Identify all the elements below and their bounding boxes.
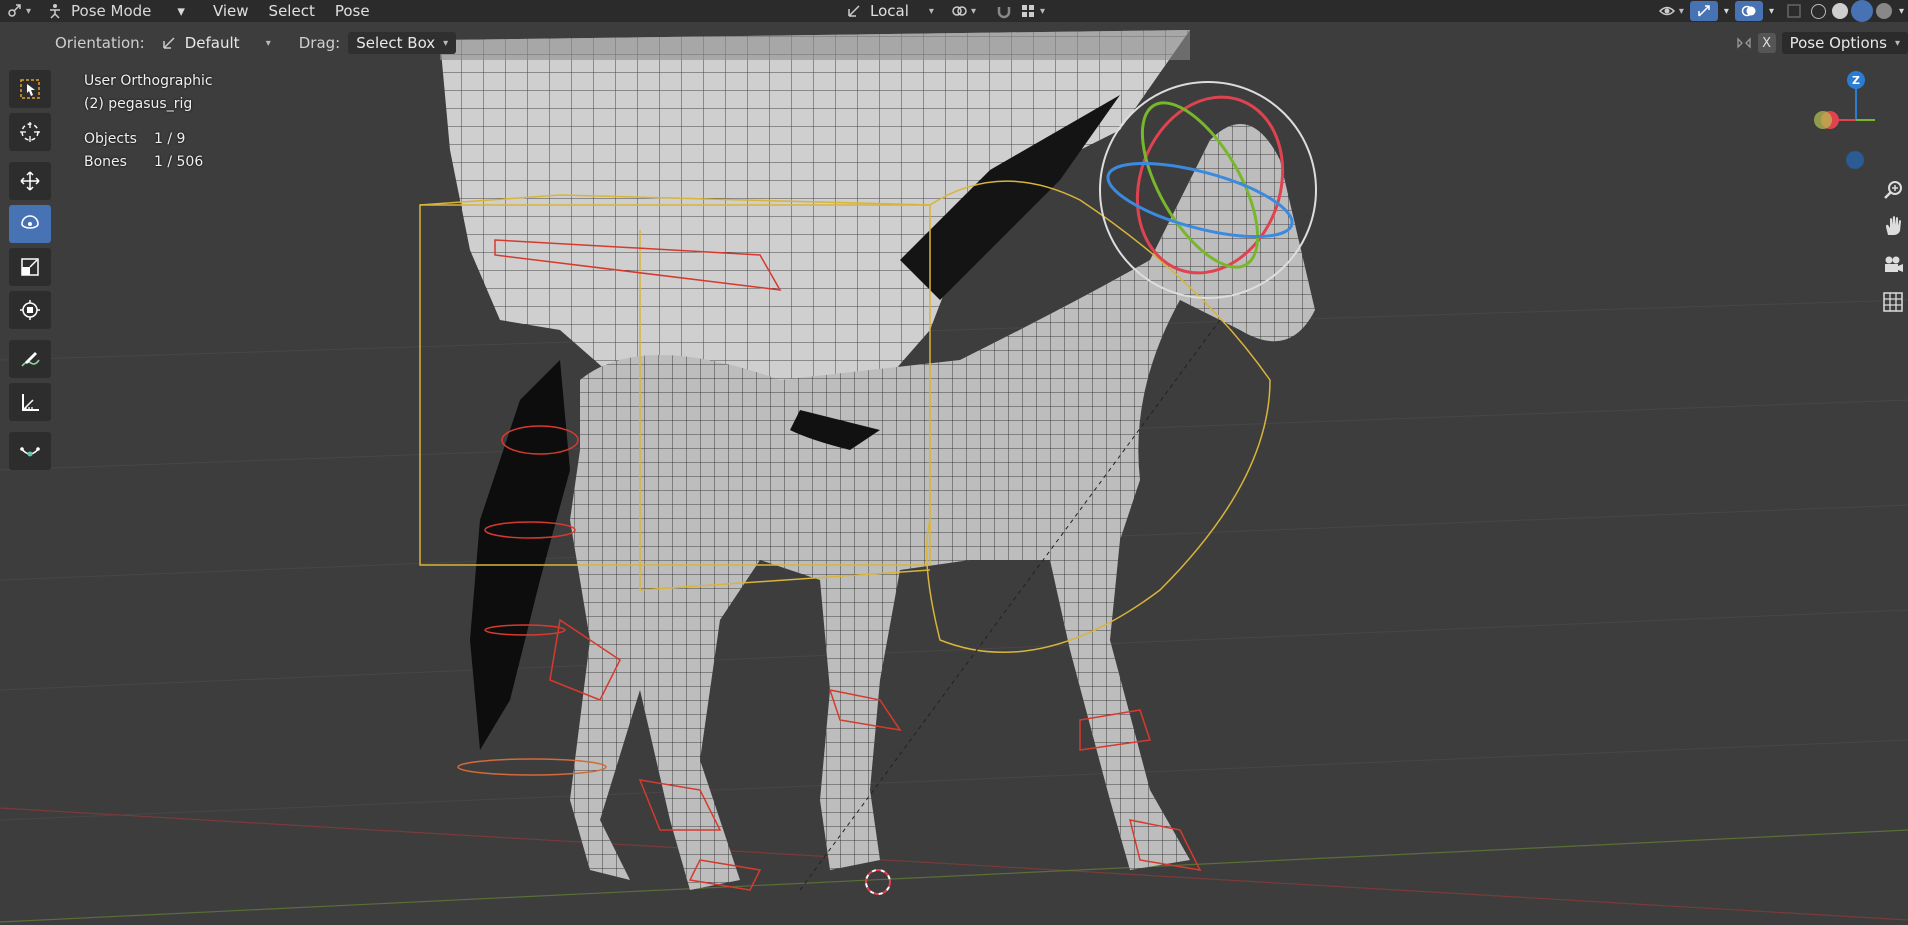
overlays-icon [1741,3,1757,19]
pose-options-dropdown[interactable]: Pose Options ▾ [1781,32,1908,54]
object-name: (2) pegasus_rig [84,96,193,112]
orientation-icon [161,35,177,51]
drag-label: Drag: [298,34,341,52]
viewport-info: User Orthographic (2) pegasus_rig Object… [84,70,213,174]
objects-stat: Objects 1 / 9 [84,128,213,151]
3d-viewport[interactable]: ▾ Pose Mode ▾ View Select Pose Local ▾ ▾ [0,0,1908,925]
orientation-dropdown[interactable]: Default ▾ [153,32,279,54]
bones-label: Bones [84,154,127,170]
relax-pose-tool[interactable] [9,432,51,470]
transform-orientation-select[interactable]: Local ▾ [840,0,940,22]
orientation-label: Orientation: [55,34,145,52]
move-tool[interactable] [9,162,51,200]
chevron-down-icon: ▾ [1040,5,1046,17]
chevron-down-icon[interactable]: ▾ [1763,6,1780,17]
zoom-button[interactable] [1878,175,1908,205]
pivot-point-select[interactable]: ▾ [945,0,982,22]
zoom-icon [1884,181,1902,199]
cursor-icon [20,122,40,142]
solid-shading-icon[interactable] [1831,3,1848,19]
bones-stat: Bones 1 / 506 [84,151,213,174]
bones-value: 1 / 506 [154,154,204,170]
gizmo-toggle[interactable] [1689,1,1718,21]
x-axis-line [0,807,1908,921]
pencil-icon [21,352,40,367]
gizmo-z-label: Z [1852,74,1860,87]
viewport-scene[interactable] [0,0,1908,925]
xray-icon[interactable] [1786,3,1802,19]
camera-view-button[interactable] [1878,250,1908,280]
measure-tool[interactable] [9,383,51,421]
magnet-icon [996,3,1012,19]
rotate-icon [21,215,39,229]
editor-type-button[interactable]: ▾ [0,0,37,22]
pose-mode-icon [47,3,63,19]
pegasus-tail [470,360,570,750]
pose-curve-icon [20,447,40,457]
objects-label: Objects [84,131,137,147]
orientation-label: Local [870,2,909,20]
mode-label: Pose Mode [71,2,152,20]
x-mirror-toggle[interactable]: X [1757,33,1776,53]
annotate-tool[interactable] [9,340,51,378]
chevron-down-icon: ▾ [443,37,449,49]
header-right-group: ▾ ▾ ▾ ▾ [1653,0,1908,22]
snap-grid-icon [1020,3,1036,19]
ruler-icon [22,394,39,411]
pivot-link-icon [951,3,967,19]
move-icon [20,171,40,191]
view-name: User Orthographic [84,73,213,89]
eye-icon [1658,3,1675,19]
3d-cursor[interactable] [865,869,891,895]
menu-select[interactable]: Select [259,2,325,20]
scale-tool[interactable] [9,248,51,286]
chevron-down-icon[interactable]: ▾ [1718,6,1735,17]
gizmo-icon [1696,3,1712,19]
chevron-down-icon: ▾ [1894,37,1900,49]
chevron-down-icon: ▾ [177,2,185,20]
menu-pose[interactable]: Pose [325,2,380,20]
mirror-icon[interactable] [1736,35,1752,51]
rotate-tool[interactable] [9,205,51,243]
drag-dropdown[interactable]: Select Box ▾ [348,32,457,54]
transform-icon [20,300,40,320]
cursor-tool[interactable] [9,113,51,151]
menu-view[interactable]: View [203,2,259,20]
camera-icon [1885,256,1903,272]
chevron-down-icon: ▾ [928,5,934,17]
chevron-down-icon: ▾ [265,37,271,49]
grid-icon [1883,292,1903,312]
navigation-gizmo[interactable]: Z [1795,70,1875,130]
scale-icon [21,258,39,276]
pose-options-label: Pose Options [1789,34,1887,52]
rendered-shading-icon[interactable] [1875,3,1892,19]
drag-value: Select Box [356,34,436,52]
mode-select[interactable]: Pose Mode ▾ [41,1,191,21]
orientation-local-icon [846,3,862,19]
viewport-header: ▾ Pose Mode ▾ View Select Pose Local ▾ ▾ [0,0,1908,22]
objects-value: 1 / 9 [154,131,186,147]
transform-tool[interactable] [9,291,51,329]
overlays-toggle[interactable] [1734,1,1763,21]
wireframe-shading-icon[interactable] [1810,3,1826,19]
pan-button[interactable] [1878,211,1908,241]
orientation-value: Default [184,34,240,52]
editor-type-icon [6,3,22,19]
hand-icon [1886,216,1901,235]
material-preview-icon[interactable] [1853,3,1870,19]
snap-target-select[interactable]: ▾ [1014,0,1051,22]
ortho-toggle-button[interactable] [1878,287,1908,317]
select-box-icon [20,79,40,99]
select-box-tool[interactable] [9,70,51,108]
y-axis-line [0,829,1908,923]
pose-options-group: X Pose Options ▾ [1736,30,1908,56]
gizmo-negative-z[interactable] [1845,150,1865,170]
chevron-down-icon: ▾ [1678,5,1684,17]
tool-shelf [9,70,51,475]
chevron-down-icon[interactable]: ▾ [1895,6,1908,17]
visibility-select[interactable]: ▾ [1653,0,1690,22]
tool-settings-bar: Orientation: Default ▾ Drag: Select Box … [0,30,457,56]
chevron-down-icon: ▾ [26,5,32,17]
chevron-down-icon: ▾ [971,5,977,17]
